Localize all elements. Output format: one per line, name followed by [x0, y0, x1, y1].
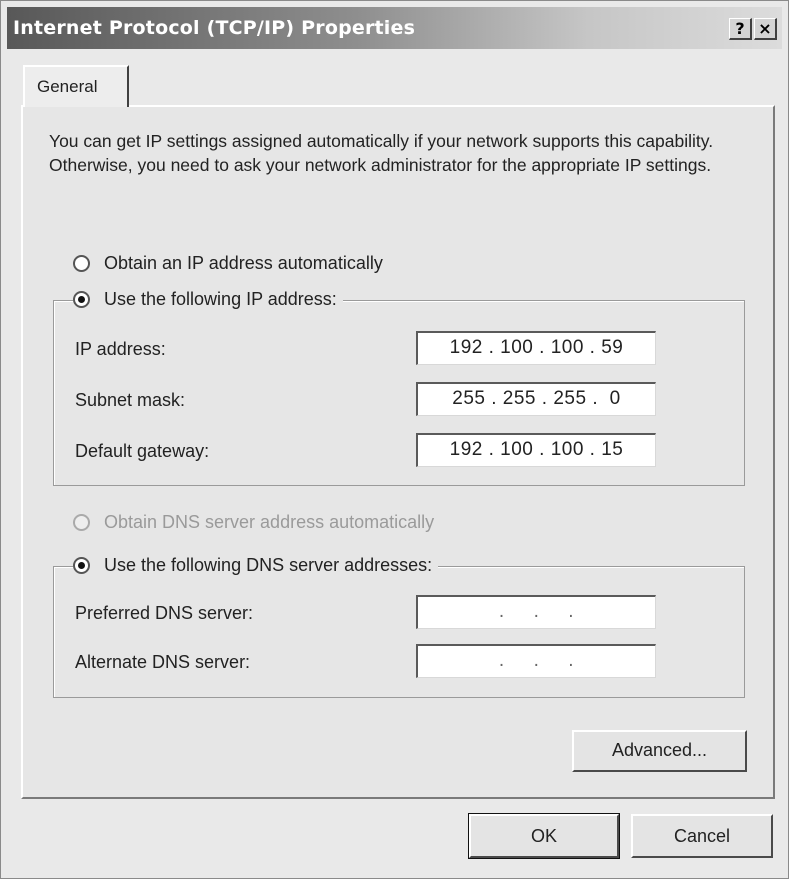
subnet-mask-input[interactable]: 255 . 255 . 255 . 0	[416, 382, 656, 416]
advanced-button[interactable]: Advanced...	[572, 730, 747, 772]
title-bar[interactable]: Internet Protocol (TCP/IP) Properties ? …	[7, 7, 782, 49]
use-following-dns-radio[interactable]: Use the following DNS server addresses:	[73, 555, 439, 576]
obtain-ip-auto-radio[interactable]: Obtain an IP address automatically	[73, 253, 389, 274]
use-following-ip-label: Use the following IP address:	[104, 289, 337, 309]
ip-address-input[interactable]: 192 . 100 . 100 . 59	[416, 331, 656, 365]
obtain-dns-auto-label: Obtain DNS server address automatically	[104, 512, 435, 532]
alternate-dns-input[interactable]: . . .	[416, 644, 656, 678]
preferred-dns-label: Preferred DNS server:	[75, 603, 254, 623]
dns-server-groupbox	[53, 566, 745, 698]
window-title: Internet Protocol (TCP/IP) Properties	[13, 17, 416, 39]
tcpip-properties-dialog: Internet Protocol (TCP/IP) Properties ? …	[0, 0, 789, 879]
use-following-ip-radio[interactable]: Use the following IP address:	[73, 289, 343, 310]
help-icon: ?	[735, 19, 745, 38]
use-following-dns-label: Use the following DNS server addresses:	[104, 555, 433, 575]
default-gateway-input[interactable]: 192 . 100 . 100 . 15	[416, 433, 656, 467]
help-button[interactable]: ?	[729, 18, 752, 40]
close-button[interactable]: ×	[754, 18, 777, 40]
radio-checked-icon	[73, 291, 90, 308]
radio-checked-icon	[73, 557, 90, 574]
cancel-button[interactable]: Cancel	[631, 814, 773, 858]
preferred-dns-input[interactable]: . . .	[416, 595, 656, 629]
default-gateway-label: Default gateway:	[75, 441, 210, 461]
alternate-dns-label: Alternate DNS server:	[75, 652, 251, 672]
ip-address-label: IP address:	[75, 339, 166, 359]
subnet-mask-label: Subnet mask:	[75, 390, 186, 410]
close-icon: ×	[758, 19, 772, 38]
tab-general-label: General	[37, 77, 98, 96]
radio-disabled-icon	[73, 514, 90, 531]
obtain-dns-auto-radio[interactable]: Obtain DNS server address automatically	[73, 512, 441, 533]
obtain-ip-auto-label: Obtain an IP address automatically	[104, 253, 383, 273]
ok-button[interactable]: OK	[468, 813, 620, 859]
intro-text: You can get IP settings assigned automat…	[49, 131, 714, 175]
tab-general[interactable]: General	[23, 65, 129, 107]
radio-unchecked-icon	[73, 255, 90, 272]
